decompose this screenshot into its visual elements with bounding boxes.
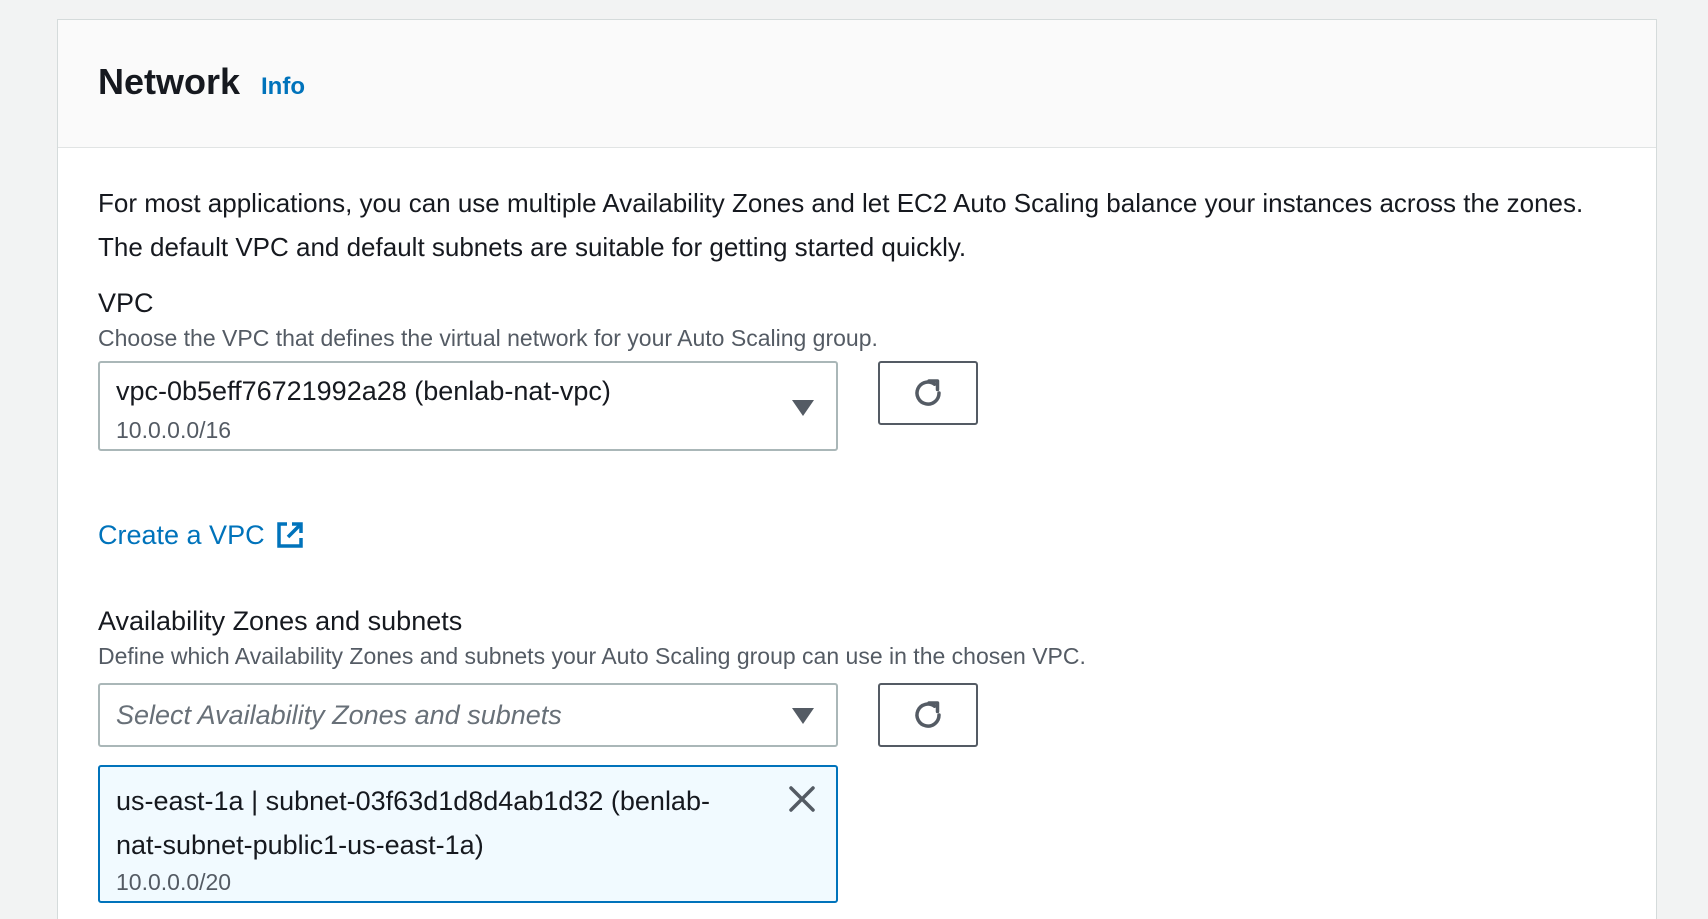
network-panel: Network Info For most applications, you … [57, 19, 1657, 919]
create-vpc-link-label: Create a VPC [98, 520, 265, 550]
vpc-label: VPC [98, 288, 154, 318]
subnets-placeholder: Select Availability Zones and subnets [116, 700, 562, 730]
caret-down-icon [792, 708, 814, 724]
vpc-selected-cidr: 10.0.0.0/16 [116, 417, 232, 443]
vpc-refresh-button[interactable] [878, 361, 978, 425]
selected-subnet-token: us-east-1a | subnet-03f63d1d8d4ab1d32 (b… [98, 765, 838, 903]
info-link[interactable]: Info [261, 72, 305, 102]
vpc-selected-value: vpc-0b5eff76721992a28 (benlab-nat-vpc) [116, 376, 611, 406]
vpc-select[interactable]: vpc-0b5eff76721992a28 (benlab-nat-vpc) 1… [98, 361, 838, 451]
network-description: For most applications, you can use multi… [98, 188, 1584, 262]
external-link-icon [276, 522, 303, 548]
subnets-label: Availability Zones and subnets [98, 606, 463, 636]
panel-header: Network Info [58, 20, 1656, 148]
subnets-description: Define which Availability Zones and subn… [98, 643, 1086, 669]
subnets-select[interactable]: Select Availability Zones and subnets [98, 683, 838, 747]
subnet-token-cidr: 10.0.0.0/20 [116, 869, 232, 895]
vpc-description: Choose the VPC that defines the virtual … [98, 325, 878, 351]
panel-title: Network [98, 61, 241, 102]
create-vpc-link[interactable]: Create a VPC [98, 517, 305, 553]
refresh-icon [915, 701, 941, 728]
caret-down-icon [792, 400, 814, 416]
close-icon[interactable] [786, 783, 818, 815]
subnet-token-label: us-east-1a | subnet-03f63d1d8d4ab1d32 (b… [116, 786, 710, 860]
subnets-refresh-button[interactable] [878, 683, 978, 747]
refresh-icon [915, 379, 941, 406]
